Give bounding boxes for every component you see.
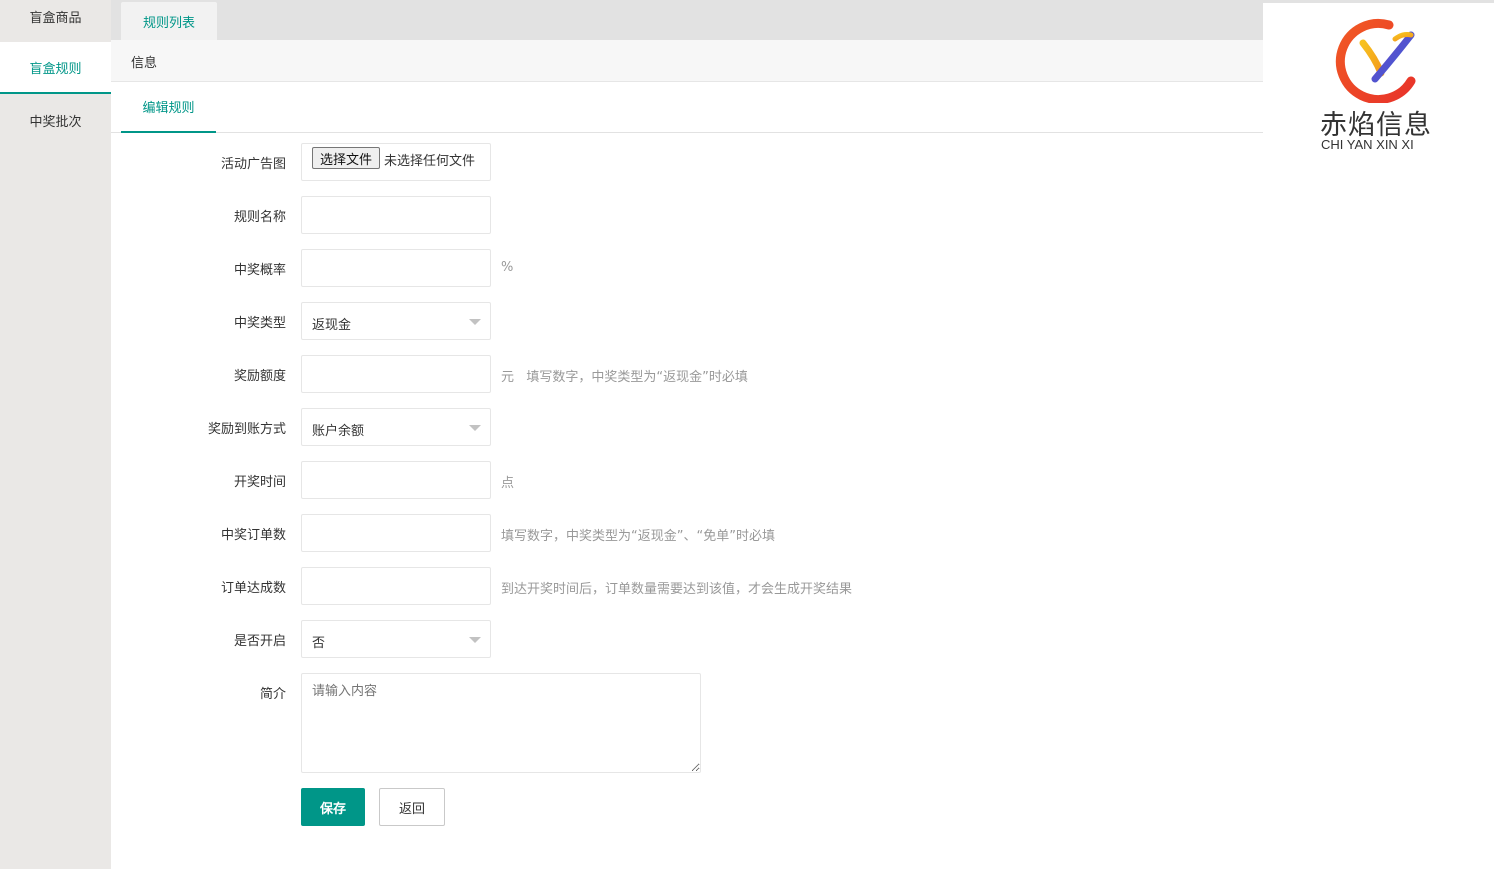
required-orders-hint: 到达开奖时间后，订单数量需要达到该值，才会生成开奖结果 [501, 582, 853, 597]
win-orders-hint: 填写数字，中奖类型为“返现金”、“免单”时必填 [501, 529, 775, 544]
sidebar-item-label: 中奖批次 [29, 114, 82, 130]
prize-type-label: 中奖类型 [233, 316, 286, 331]
sidebar-item-label: 盲盒商品 [29, 10, 82, 26]
payout-method-label: 奖励到账方式 [207, 422, 286, 437]
enabled-select[interactable]: 否 [301, 620, 491, 658]
intro-textarea[interactable] [301, 673, 701, 773]
file-status: 未选择任何文件 [384, 154, 476, 169]
sidebar: 盲盒商品 盲盒规则 中奖批次 [0, 0, 111, 869]
sidebar-item-label: 盲盒规则 [29, 61, 82, 77]
back-button[interactable]: 返回 [379, 788, 445, 826]
info-label: 信息 [131, 56, 158, 71]
form-row-payout-method: 奖励到账方式 账户余额 [111, 408, 1494, 446]
sidebar-item-blindbox-goods[interactable]: 盲盒商品 [0, 0, 111, 42]
caret-down-icon [469, 425, 481, 431]
required-orders-input[interactable] [301, 567, 491, 605]
brand-logo-mark [1335, 18, 1416, 103]
form-row-required-orders: 订单达成数 到达开奖时间后，订单数量需要达到该值，才会生成开奖结果 [111, 567, 1494, 605]
rule-name-input[interactable] [301, 196, 491, 234]
form-row-rule-name: 规则名称 [111, 196, 1494, 234]
sidebar-item-winning-batches[interactable]: 中奖批次 [0, 94, 111, 146]
choose-file-button[interactable]: 选择文件 [312, 147, 381, 169]
prize-type-select[interactable]: 返现金 [301, 302, 491, 340]
prize-type-value: 返现金 [312, 318, 352, 333]
draw-time-label: 开奖时间 [233, 475, 286, 490]
win-orders-label: 中奖订单数 [220, 528, 286, 543]
payout-method-value: 账户余额 [312, 424, 365, 439]
enabled-value: 否 [312, 636, 326, 651]
tab-rule-list[interactable]: 规则列表 [121, 2, 217, 40]
form-row-win-rate: 中奖概率 % [111, 249, 1494, 287]
tab-edit-rule[interactable]: 编辑规则 [121, 82, 216, 133]
form-row-prize-type: 中奖类型 返现金 [111, 302, 1494, 340]
enabled-label: 是否开启 [233, 634, 286, 649]
reward-amount-input[interactable] [301, 355, 491, 393]
ad-image-label: 活动广告图 [220, 157, 286, 172]
caret-down-icon [469, 637, 481, 643]
caret-down-icon [469, 319, 481, 325]
form-row-ad-image: 活动广告图 选择文件 未选择任何文件 [111, 143, 1494, 181]
required-orders-label: 订单达成数 [220, 581, 286, 596]
intro-label: 简介 [259, 687, 286, 702]
reward-amount-label: 奖励额度 [233, 369, 286, 384]
payout-method-select[interactable]: 账户余额 [301, 408, 491, 446]
brand-logo: 赤焰信息 CHI YAN XIN XI [1263, 3, 1494, 163]
form-row-draw-time: 开奖时间 点 [111, 461, 1494, 499]
win-rate-input[interactable] [301, 249, 491, 287]
save-button[interactable]: 保存 [301, 788, 365, 826]
form-row-intro: 简介 [111, 673, 1494, 773]
win-rate-label: 中奖概率 [233, 263, 286, 278]
form-row-enabled: 是否开启 否 [111, 620, 1494, 658]
draw-time-suffix: 点 [501, 476, 515, 491]
form-row-reward-amount: 奖励额度 元 填写数字，中奖类型为“返现金”时必填 [111, 355, 1494, 393]
ad-image-file-input[interactable]: 选择文件 未选择任何文件 [301, 143, 491, 181]
form-row-win-orders: 中奖订单数 填写数字，中奖类型为“返现金”、“免单”时必填 [111, 514, 1494, 552]
sidebar-item-blindbox-rules[interactable]: 盲盒规则 [0, 42, 111, 94]
win-orders-input[interactable] [301, 514, 491, 552]
draw-time-input[interactable] [301, 461, 491, 499]
win-rate-suffix: % [501, 260, 514, 275]
reward-amount-hint: 元 填写数字，中奖类型为“返现金”时必填 [501, 370, 748, 385]
rule-name-label: 规则名称 [233, 210, 286, 225]
